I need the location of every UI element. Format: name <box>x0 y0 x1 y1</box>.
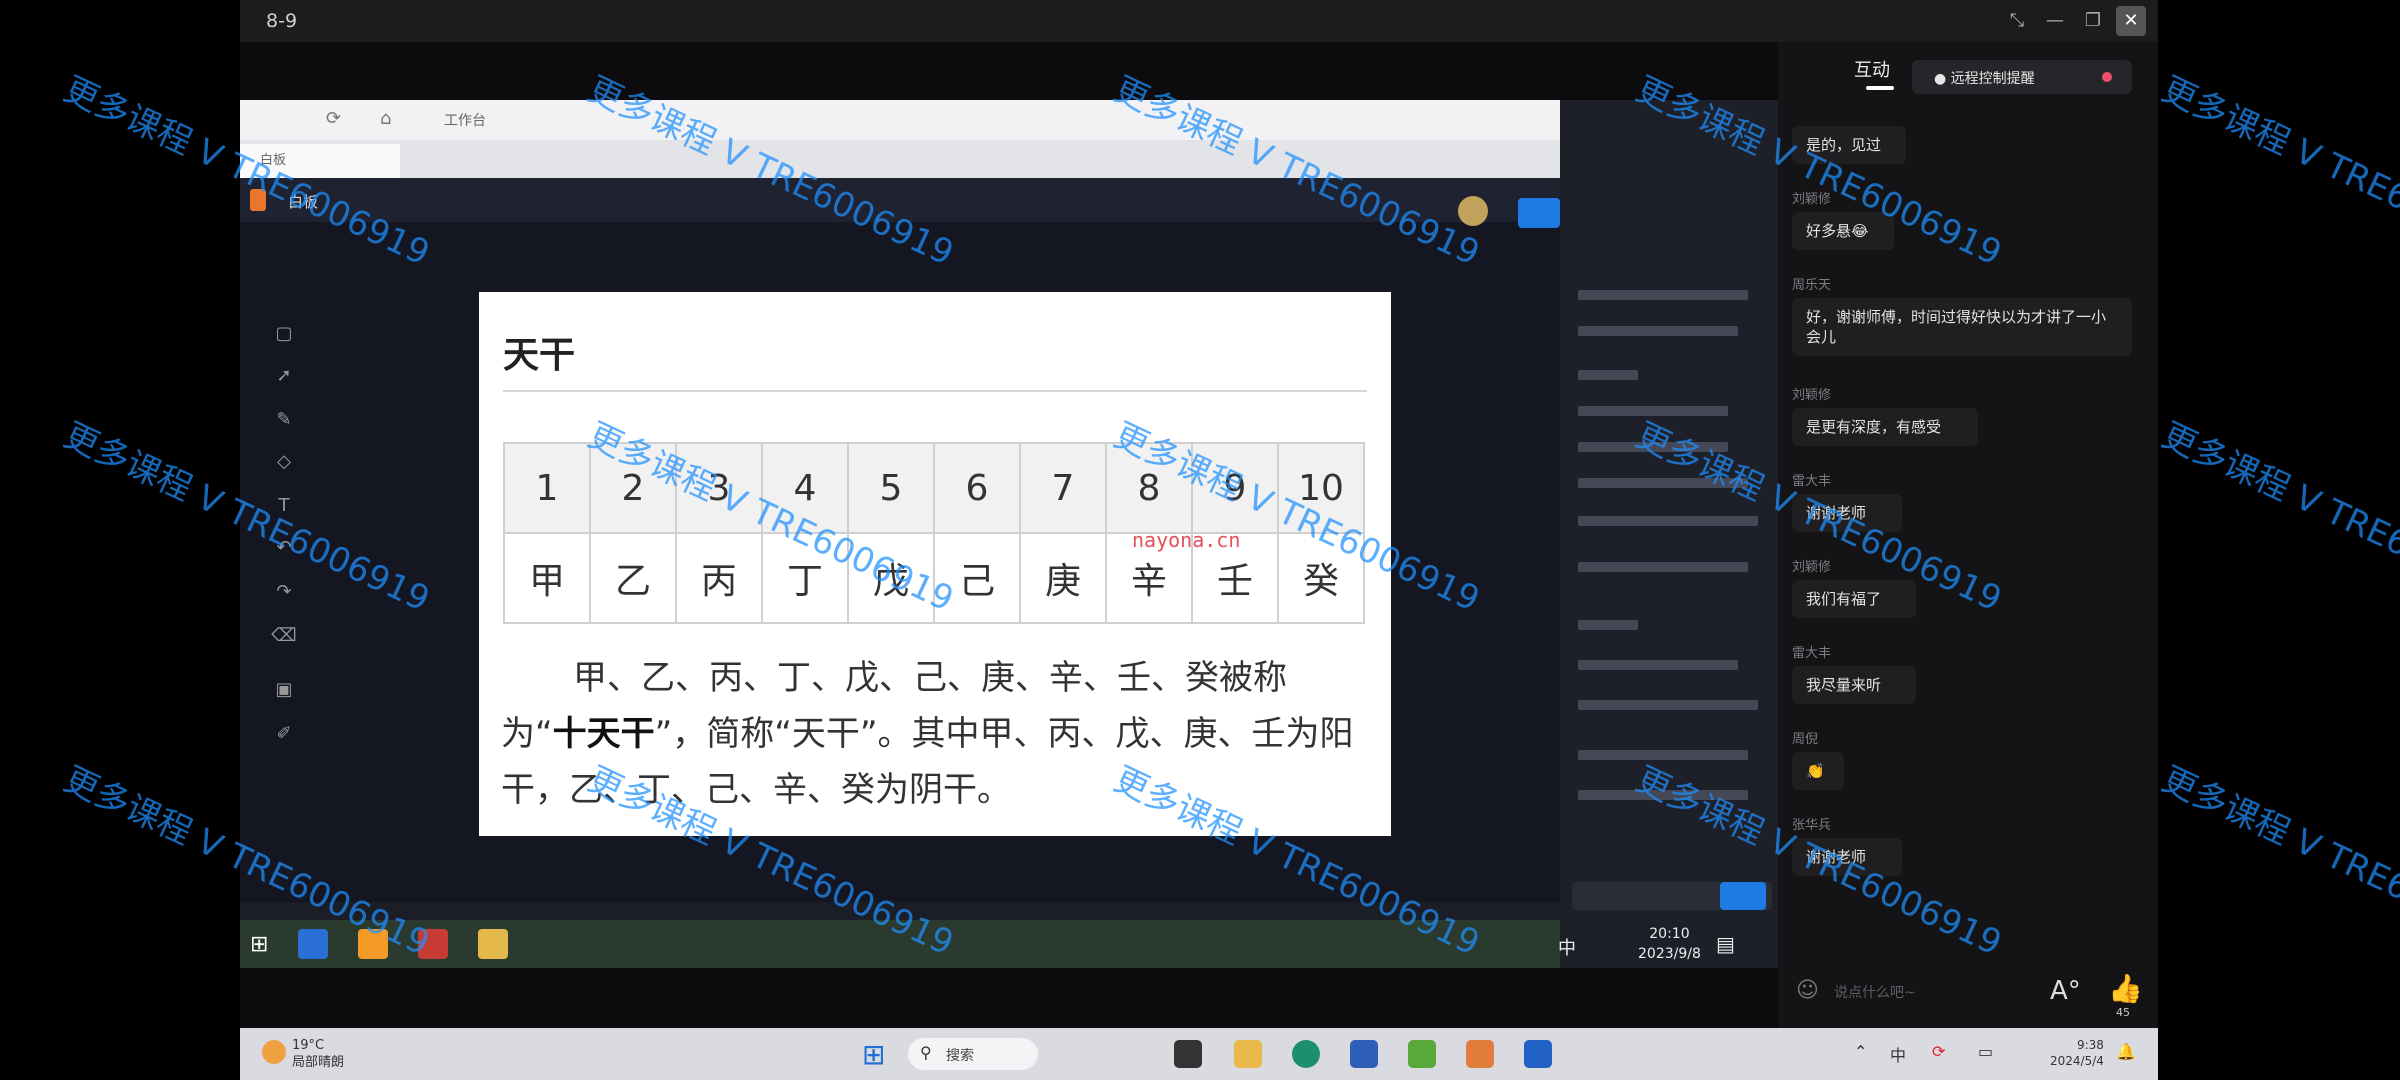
weather-desc: 局部晴朗 <box>292 1055 345 1070</box>
edge-icon[interactable] <box>1292 1040 1320 1068</box>
host-taskbar: 19°C 局部晴朗 ⊞ ⚲ 搜索 ⌃ 中 ⟳ ▭ 9:38 2024/5/4 🔔 <box>240 1028 2158 1080</box>
list-item <box>1578 620 1638 630</box>
host-time: 9:38 <box>2076 1038 2104 1052</box>
window-title: 8-9 <box>266 10 298 32</box>
ime-indicator: 中 <box>1558 938 1576 959</box>
like-icon[interactable]: 👍 <box>2108 972 2143 1005</box>
table-cell: 6 <box>933 442 1021 534</box>
app-tray-icon[interactable]: ⟳ <box>1932 1042 1945 1061</box>
title-bar: 8-9 ⤡ — ❐ ✕ <box>240 0 2158 42</box>
table-cell: 丙 <box>675 532 763 624</box>
store-icon[interactable] <box>1350 1040 1378 1068</box>
home-icon: ⌂ <box>380 108 392 129</box>
workbench-link: 工作台 <box>444 113 486 129</box>
chat-sender: 刘颖修 <box>1792 560 1832 575</box>
table-cell: 庚 <box>1019 532 1107 624</box>
list-item <box>1578 290 1748 300</box>
notification-icon: ▤ <box>1716 932 1735 956</box>
weather-temp: 19°C <box>292 1038 325 1053</box>
folder-icon[interactable] <box>1234 1040 1262 1068</box>
table-cell: 7 <box>1019 442 1107 534</box>
windows-start-icon[interactable]: ⊞ <box>862 1038 885 1071</box>
app-icon[interactable] <box>1466 1040 1494 1068</box>
edit-icon: ✐ <box>276 723 292 744</box>
slide-divider <box>503 390 1367 392</box>
taskview-icon[interactable] <box>1174 1040 1202 1068</box>
app-icon[interactable] <box>1408 1040 1436 1068</box>
shape-icon: ◇ <box>277 451 291 472</box>
table-cell: 5 <box>847 442 935 534</box>
inner-browser-bar: ⟳ ⌂ 工作台 <box>240 100 1560 140</box>
table-cell: 甲 <box>503 532 591 624</box>
table-cell: 乙 <box>589 532 677 624</box>
chat-input[interactable]: 说点什么吧~ <box>1834 982 1916 1002</box>
pen-icon: ✎ <box>276 409 292 430</box>
watermark: 更多课程 V TRE6006919 <box>2155 69 2400 274</box>
windows-start-icon: ⊞ <box>250 932 269 957</box>
minimize-button[interactable]: — <box>2040 6 2070 36</box>
host-date: 2024/5/4 <box>2050 1054 2104 1068</box>
weather-widget[interactable]: 19°C 局部晴朗 <box>292 1037 344 1071</box>
font-size-icon[interactable]: A° <box>2050 976 2081 1006</box>
list-item <box>1578 660 1738 670</box>
weather-icon[interactable] <box>262 1040 286 1064</box>
ime-icon[interactable]: 中 <box>1890 1042 1906 1066</box>
bell-icon[interactable]: 🔔 <box>2116 1042 2136 1061</box>
chat-message: 好，谢谢师傅，时间过得好快以为才讲了一小会儿 <box>1792 298 2132 356</box>
eraser-icon: ⌫ <box>271 625 297 646</box>
box-icon: ▣ <box>275 679 293 700</box>
chat-sender: 雷大丰 <box>1792 646 1832 661</box>
chat-sender: 周乐天 <box>1792 278 1832 293</box>
restore-button[interactable]: ❐ <box>2078 6 2108 36</box>
list-item <box>1578 562 1748 572</box>
chevron-up-icon[interactable]: ⌃ <box>1854 1042 1867 1061</box>
whiteboard-tools: ▢ ➚ ✎ ◇ T ↶ ↷ ⌫ ▣ ✐ <box>268 318 300 878</box>
status-dot <box>2102 72 2112 82</box>
chat-message: 我们有福了 <box>1792 580 1916 618</box>
chat-message: 是更有深度，有感受 <box>1792 408 1978 446</box>
chat-message: 👏 <box>1792 752 1844 790</box>
redo-icon: ↷ <box>276 581 292 602</box>
inner-action-button <box>1518 198 1560 228</box>
search-icon: ⚲ <box>920 1043 932 1062</box>
host-clock[interactable]: 9:38 2024/5/4 <box>2050 1037 2104 1069</box>
select-icon: ➚ <box>276 365 292 386</box>
inner-date: 2023/9/8 <box>1638 946 1701 962</box>
tab-indicator <box>1866 86 1894 90</box>
close-button[interactable]: ✕ <box>2116 6 2146 36</box>
inner-send-button <box>1720 882 1766 910</box>
refresh-icon: ⟳ <box>326 108 342 129</box>
watermark: 更多课程 V TRE6006919 <box>2155 415 2400 620</box>
paragraph-bold: 十天干 <box>552 714 655 754</box>
remote-control-text: 远程控制提醒 <box>1950 71 2035 87</box>
watermark: 更多课程 V TRE6006919 <box>2155 759 2400 964</box>
search-label: 搜索 <box>946 1048 974 1064</box>
chat-sender: 周倪 <box>1792 732 1819 747</box>
chat-message: 我尽量来听 <box>1792 666 1916 704</box>
remote-control-label: ● 远程控制提醒 <box>1934 71 2035 87</box>
table-cell: 1 <box>503 442 591 534</box>
list-item <box>1578 370 1638 380</box>
tab-interaction[interactable]: 互动 <box>1854 56 1890 82</box>
network-icon[interactable]: ▭ <box>1978 1042 1993 1061</box>
site-watermark: nayona.cn <box>1132 528 1241 552</box>
app-icon <box>298 929 328 959</box>
collapse-icon[interactable]: ⤡ <box>2002 6 2032 36</box>
remote-control-button[interactable]: ● 远程控制提醒 <box>1912 60 2132 94</box>
emoji-icon[interactable]: ☺ <box>1796 978 1819 1003</box>
chat-sender: 刘颖修 <box>1792 388 1832 403</box>
list-item <box>1578 326 1738 336</box>
page-icon: ▢ <box>275 323 293 344</box>
taskbar-search[interactable]: ⚲ 搜索 <box>908 1038 1038 1070</box>
list-item <box>1578 516 1758 526</box>
folder-icon <box>478 929 508 959</box>
app-icon[interactable] <box>1524 1040 1552 1068</box>
chat-input-bar: ☺ 说点什么吧~ A° 👍 45 <box>1778 942 2158 1028</box>
list-item <box>1578 700 1758 710</box>
slide-title: 天干 <box>503 335 576 376</box>
inner-clock: 20:10 2023/9/8 <box>1638 924 1701 964</box>
inner-time: 20:10 <box>1649 926 1690 942</box>
like-count: 45 <box>2116 1006 2130 1019</box>
